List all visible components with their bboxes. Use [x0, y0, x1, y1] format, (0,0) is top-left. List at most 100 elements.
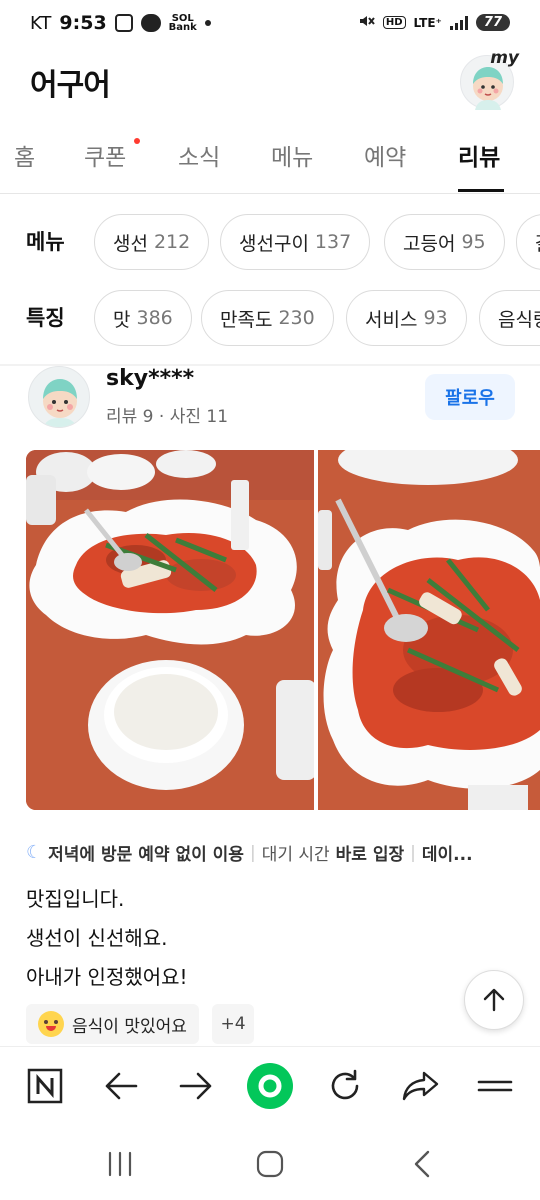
scroll-top-button[interactable]	[464, 970, 524, 1030]
chip-count: 386	[136, 307, 173, 329]
chip-count: 93	[423, 307, 448, 329]
avatar-icon	[43, 379, 77, 427]
share-button[interactable]	[396, 1061, 446, 1111]
clock: 9:53	[59, 12, 107, 34]
review-body[interactable]: 맛집입니다. 생선이 신선해요. 아내가 인정했어요!	[26, 880, 188, 997]
refresh-icon	[331, 1069, 359, 1100]
feature-filter-label: 특징	[26, 306, 65, 330]
menu-chip[interactable]: 생선구이 137	[220, 214, 371, 270]
chip-name: 갈	[535, 229, 540, 256]
status-bar: KT 9:53 SOL Bank HD LTE⁺ 77	[0, 0, 540, 50]
feature-chip[interactable]: 서비스 93	[346, 290, 467, 346]
page-title: 어구어	[30, 68, 111, 103]
tab-reviews[interactable]: 리뷰	[458, 138, 500, 172]
review-tag: 음식이 맛있어요	[26, 1004, 199, 1044]
home-button[interactable]	[250, 1144, 290, 1184]
signal-icon	[449, 15, 468, 30]
back-button[interactable]	[96, 1061, 146, 1111]
green-dot-button[interactable]	[245, 1061, 295, 1111]
smiley-icon	[38, 1011, 64, 1037]
menu-chip[interactable]: 고등어 95	[384, 214, 505, 270]
forward-button[interactable]	[171, 1061, 221, 1111]
refresh-button[interactable]	[320, 1061, 370, 1111]
naver-n-icon	[27, 1068, 63, 1104]
chip-count: 95	[461, 231, 486, 253]
tab-bar: 홈 쿠폰 소식 메뉴 예약 리뷰	[0, 126, 540, 194]
recents-icon	[108, 1151, 132, 1177]
arrow-up-icon	[483, 988, 505, 1012]
system-back-button[interactable]	[402, 1144, 442, 1184]
menu-chip[interactable]: 생선 212	[94, 214, 210, 270]
system-navigation-bar	[0, 1124, 540, 1200]
lte-label: LTE⁺	[413, 15, 442, 30]
visit-info-row: ☾ 저녁에 방문 예약 없이 이용 | 대기 시간 바로 입장 | 데이...	[26, 840, 540, 865]
chip-name: 생선	[113, 232, 148, 255]
status-right: HD LTE⁺ 77	[357, 12, 510, 33]
battery-indicator: 77	[475, 14, 510, 31]
visit-time: 저녁에 방문	[48, 845, 133, 865]
food-photo-image	[318, 450, 540, 810]
feature-filter-row: 특징 맛386 만족도230 서비스93 음식량	[0, 288, 540, 348]
home-icon	[256, 1150, 284, 1178]
browser-toolbar	[0, 1046, 540, 1124]
reviewer-name[interactable]: sky****	[106, 366, 194, 391]
tab-home[interactable]: 홈	[14, 138, 35, 172]
follow-button[interactable]: 팔로우	[425, 374, 515, 420]
arrow-left-icon	[105, 1072, 138, 1100]
review-photo[interactable]	[26, 450, 314, 810]
chip-count: 137	[314, 231, 352, 253]
tab-reservation[interactable]: 예약	[364, 138, 406, 172]
chip-name: 서비스	[365, 308, 418, 331]
share-icon	[402, 1071, 439, 1101]
more-tags-button[interactable]: +4	[212, 1004, 254, 1044]
purpose-info: 데이...	[421, 845, 473, 865]
menu-filter-label: 메뉴	[26, 230, 65, 254]
chip-name: 생선구이	[239, 232, 309, 255]
menu-filter-row: 메뉴 생선212 생선구이137 고등어95 갈	[0, 212, 540, 272]
chip-name: 맛	[113, 308, 131, 331]
section-divider	[0, 364, 540, 366]
status-left: KT 9:53 SOL Bank	[30, 12, 211, 34]
wait-time-label: 대기 시간	[261, 845, 330, 865]
sol-sub-label: Bank	[168, 22, 197, 33]
reviewer-avatar[interactable]	[28, 366, 90, 428]
review-line: 아내가 인정했어요!	[26, 965, 188, 989]
separator: |	[249, 842, 256, 863]
chip-count: 230	[278, 307, 315, 329]
naver-home-button[interactable]	[20, 1061, 70, 1111]
chip-count: 212	[153, 231, 191, 253]
chip-name: 만족도	[220, 308, 273, 331]
feature-chip[interactable]: 음식량	[479, 290, 540, 346]
recent-apps-button[interactable]	[100, 1144, 140, 1184]
chevron-left-icon	[414, 1150, 430, 1178]
active-tab-indicator	[458, 189, 504, 192]
tab-menu[interactable]: 메뉴	[271, 138, 313, 172]
menu-chip[interactable]: 갈	[516, 214, 540, 270]
review-line: 맛집입니다.	[26, 887, 125, 911]
chat-icon	[140, 14, 161, 32]
sol-bank-icon: SOL Bank	[168, 14, 197, 33]
reservation-info: 예약 없이 이용	[138, 845, 244, 865]
review-line: 생선이 신선해요.	[26, 926, 168, 950]
new-badge-dot	[134, 138, 140, 144]
tab-coupon[interactable]: 쿠폰	[84, 138, 126, 172]
hamburger-menu-icon	[477, 1080, 513, 1092]
reviewer-stats: 리뷰 9 · 사진 11	[106, 407, 229, 427]
review-tag-label: 음식이 맛있어요	[72, 1016, 187, 1037]
menu-button[interactable]	[470, 1061, 520, 1111]
my-profile-button[interactable]: my	[460, 48, 519, 110]
app-bar: 어구어 my	[0, 48, 540, 110]
notification-dot-icon	[204, 20, 211, 26]
separator: |	[410, 842, 416, 863]
moon-icon: ☾	[26, 842, 43, 863]
review-photo[interactable]	[318, 450, 540, 810]
wait-time-value: 바로 입장	[335, 845, 405, 865]
feature-chip[interactable]: 만족도 230	[201, 290, 334, 346]
my-label: my	[490, 48, 519, 68]
chip-name: 음식량	[498, 308, 540, 331]
food-photo-image	[26, 450, 314, 810]
tab-news[interactable]: 소식	[178, 138, 220, 172]
feature-chip[interactable]: 맛 386	[94, 290, 192, 346]
chip-name: 고등어	[403, 232, 456, 255]
mute-icon	[357, 12, 375, 33]
